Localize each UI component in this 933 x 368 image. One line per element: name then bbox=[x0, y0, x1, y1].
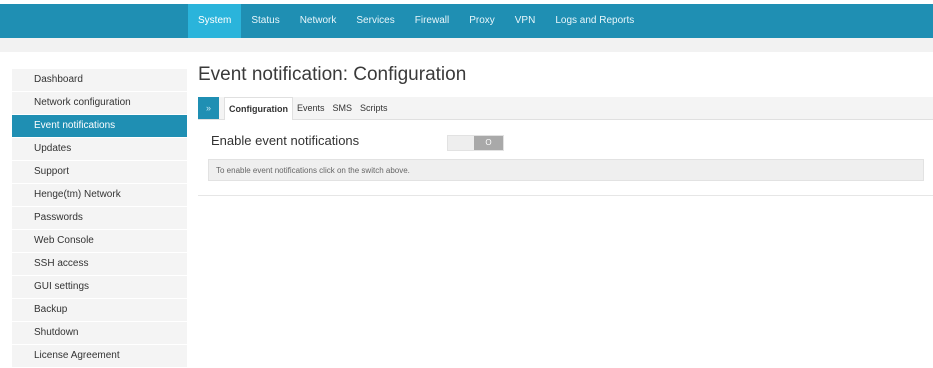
enable-event-notifications-label: Enable event notifications bbox=[211, 133, 360, 148]
configuration-panel: Enable event notifications O To enable e… bbox=[198, 119, 933, 196]
nav-vpn[interactable]: VPN bbox=[505, 4, 546, 38]
sidebar-item-passwords[interactable]: Passwords bbox=[12, 207, 187, 230]
tab-scripts[interactable]: Scripts bbox=[356, 97, 392, 119]
sidebar-item-web-console[interactable]: Web Console bbox=[12, 230, 187, 253]
nav-logs-and-reports[interactable]: Logs and Reports bbox=[545, 4, 644, 38]
nav-services[interactable]: Services bbox=[346, 4, 404, 38]
sidebar-item-backup[interactable]: Backup bbox=[12, 299, 187, 322]
nav-network[interactable]: Network bbox=[290, 4, 347, 38]
sidebar-item-dashboard[interactable]: Dashboard bbox=[12, 69, 187, 92]
nav-proxy[interactable]: Proxy bbox=[459, 4, 505, 38]
toggle-knob-icon: O bbox=[474, 136, 503, 150]
sidebar-item-license-agreement[interactable]: License Agreement bbox=[12, 345, 187, 368]
nav-status[interactable]: Status bbox=[241, 4, 289, 38]
tab-configuration[interactable]: Configuration bbox=[224, 97, 293, 120]
tab-sms[interactable]: SMS bbox=[329, 97, 357, 119]
top-navigation-bar: System Status Network Services Firewall … bbox=[0, 4, 933, 38]
tab-events[interactable]: Events bbox=[293, 97, 329, 119]
sidebar-item-updates[interactable]: Updates bbox=[12, 138, 187, 161]
sidebar: Dashboard Network configuration Event no… bbox=[12, 69, 187, 368]
sub-navigation-bar bbox=[0, 38, 933, 52]
tab-bar: » Configuration Events SMS Scripts bbox=[198, 97, 933, 120]
top-nav: System Status Network Services Firewall … bbox=[188, 4, 644, 38]
sidebar-item-shutdown[interactable]: Shutdown bbox=[12, 322, 187, 345]
sidebar-item-network-configuration[interactable]: Network configuration bbox=[12, 92, 187, 115]
tabs: Configuration Events SMS Scripts bbox=[224, 97, 392, 120]
nav-firewall[interactable]: Firewall bbox=[405, 4, 459, 38]
sidebar-item-gui-settings[interactable]: GUI settings bbox=[12, 276, 187, 299]
sidebar-item-event-notifications[interactable]: Event notifications bbox=[12, 115, 187, 138]
sidebar-item-henge-network[interactable]: Henge(tm) Network bbox=[12, 184, 187, 207]
page-title: Event notification: Configuration bbox=[198, 64, 467, 85]
sidebar-item-ssh-access[interactable]: SSH access bbox=[12, 253, 187, 276]
event-notifications-toggle[interactable]: O bbox=[447, 135, 504, 151]
notice-message: To enable event notifications click on t… bbox=[208, 159, 924, 181]
nav-system[interactable]: System bbox=[188, 4, 242, 38]
expand-icon[interactable]: » bbox=[198, 97, 219, 119]
sidebar-item-support[interactable]: Support bbox=[12, 161, 187, 184]
